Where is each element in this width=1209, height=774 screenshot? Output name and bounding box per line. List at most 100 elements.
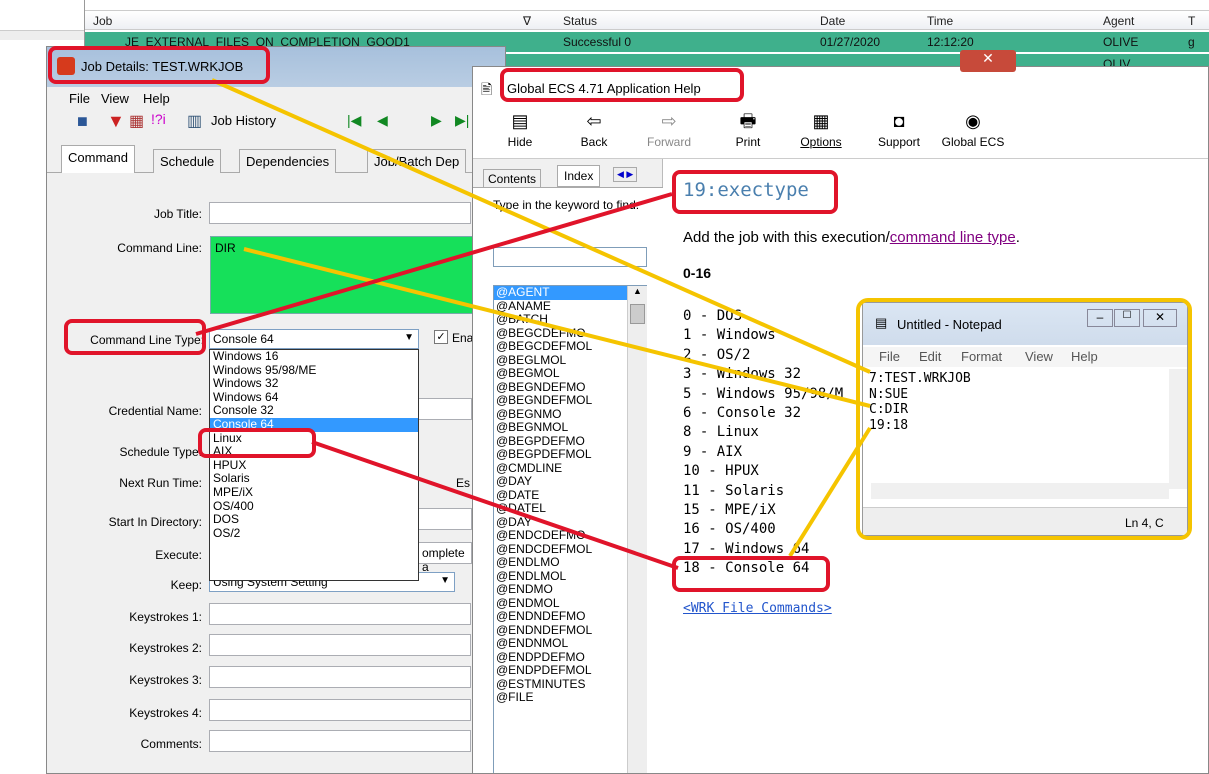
last-icon[interactable]: ▶| [455, 112, 469, 129]
keystrokes4-input[interactable] [209, 699, 471, 721]
keyword-item[interactable]: @ENDPDEFMOL [494, 663, 646, 678]
keyword-item[interactable]: @BEGMOL [494, 366, 646, 381]
tab-dependencies[interactable]: Dependencies [239, 149, 337, 173]
col-date[interactable]: Date [820, 14, 845, 28]
np-menu-edit[interactable]: Edit [919, 349, 941, 364]
keyword-item[interactable]: @BEGNMO [494, 407, 646, 422]
chevron-down-icon[interactable]: ▼ [404, 332, 414, 343]
start-in-directory-input[interactable] [418, 508, 472, 530]
notepad-hscrollbar[interactable] [871, 483, 1169, 499]
save-icon[interactable]: ■ [77, 111, 88, 132]
history-icon[interactable]: ▥ [187, 111, 202, 131]
keyword-item[interactable]: @BEGNDEFMOL [494, 393, 646, 408]
keyword-item[interactable]: @BEGLMOL [494, 353, 646, 368]
keyword-item[interactable]: @ENDNMOL [494, 636, 646, 651]
keyword-item[interactable]: @ENDMOL [494, 596, 646, 611]
command-line-type-select[interactable]: Console 64 ▼ [209, 329, 419, 349]
keyword-item[interactable]: @BEGNDEFMO [494, 380, 646, 395]
job-title-input[interactable] [209, 202, 471, 224]
keyword-item[interactable]: @FILE [494, 690, 646, 705]
col-agent[interactable]: Agent [1103, 14, 1134, 28]
np-menu-file[interactable]: File [879, 349, 900, 364]
keyword-list[interactable]: @AGENT @ANAME @BATCH @BEGCDEFMO @BEGCDEFMOL @… [493, 285, 647, 773]
np-menu-help[interactable]: Help [1071, 349, 1098, 364]
col-t[interactable]: T [1188, 14, 1195, 28]
keyword-item[interactable]: @CMDLINE [494, 461, 646, 476]
keyword-scrollbar[interactable]: ▲ [627, 286, 647, 773]
credential-name-input[interactable] [418, 398, 472, 420]
menu-file[interactable]: File [69, 91, 90, 106]
keyword-item[interactable]: @DAY [494, 515, 646, 530]
prev-icon[interactable]: ◀ [377, 112, 388, 129]
keyword-item[interactable]: @BEGCDEFMO [494, 326, 646, 341]
dropdown-option[interactable]: Console 32 [210, 404, 418, 418]
keyword-item[interactable]: @DATE [494, 488, 646, 503]
execute-select[interactable]: omplete a [418, 542, 472, 574]
keyword-item[interactable]: @DATEL [494, 501, 646, 516]
keyword-item[interactable]: @ENDCDEFMOL [494, 542, 646, 557]
wrk-file-commands-link[interactable]: <WRK File Commands> [683, 601, 832, 616]
dropdown-option[interactable]: MPE/iX [210, 485, 418, 500]
tab-job-batch-dep[interactable]: Job/Batch Dep [367, 149, 467, 173]
options-button[interactable]: ▦ Options [793, 107, 849, 159]
chevron-down-icon[interactable]: ▼ [440, 575, 450, 586]
np-menu-format[interactable]: Format [961, 349, 1002, 364]
next-icon[interactable]: ▶ [431, 112, 442, 129]
command-line-type-link[interactable]: command line type [890, 229, 1016, 246]
keystrokes3-input[interactable] [209, 666, 471, 688]
keyword-item[interactable]: @ENDMO [494, 582, 646, 597]
col-status[interactable]: Status [563, 14, 597, 28]
print-button[interactable]: 🖶 Print [723, 107, 773, 159]
close-button[interactable]: ✕ [960, 50, 1016, 72]
keyword-item[interactable]: @ENDLMOL [494, 569, 646, 584]
keystrokes1-input[interactable] [209, 603, 471, 625]
tab-command[interactable]: Command [61, 145, 135, 173]
minimize-button[interactable]: – [1087, 309, 1113, 327]
keyword-item[interactable]: @ENDNDEFMO [494, 609, 646, 624]
dropdown-option[interactable]: OS/400 [210, 499, 418, 514]
support-button[interactable]: ◘ Support [871, 107, 927, 159]
keyword-item[interactable]: @BEGCDEFMOL [494, 339, 646, 354]
job-history-button[interactable]: Job History [211, 113, 276, 128]
dropdown-option[interactable]: OS/2 [210, 526, 418, 541]
back-button[interactable]: ⇦ Back [569, 107, 619, 159]
filter-icon[interactable]: ▼ [107, 111, 125, 132]
keyword-item[interactable]: @BATCH [494, 312, 646, 327]
col-job[interactable]: Job [93, 14, 112, 28]
hide-button[interactable]: ▤ Hide [495, 107, 545, 159]
first-icon[interactable]: |◀ [347, 112, 361, 129]
keyword-item[interactable]: @ENDCDEFMO [494, 528, 646, 543]
notepad-text[interactable]: 7:TEST.WRKJOB N:SUE C:DIR 19:18 [869, 371, 971, 433]
keyword-item[interactable]: @AGENT [494, 286, 646, 300]
global-ecs-button[interactable]: ◉ Global ECS [933, 107, 1013, 159]
dropdown-option[interactable]: Windows 16 [210, 349, 418, 364]
keyword-item[interactable]: @ESTMINUTES [494, 677, 646, 692]
comments-input[interactable] [209, 730, 471, 752]
dropdown-option[interactable]: Windows 95/98/ME [210, 363, 418, 378]
notepad-titlebar[interactable]: ▤ Untitled - Notepad – ☐ ✕ [863, 303, 1187, 345]
keyword-item[interactable]: @DAY [494, 474, 646, 489]
keyword-item[interactable]: @ENDNDEFMOL [494, 623, 646, 638]
command-line-type-dropdown[interactable]: Windows 16 Windows 95/98/ME Windows 32 W… [209, 349, 419, 581]
notepad-close-button[interactable]: ✕ [1143, 309, 1177, 327]
command-line-input[interactable]: DIR [210, 236, 476, 314]
scroll-up-icon[interactable]: ▲ [628, 286, 647, 302]
dropdown-option[interactable]: Windows 64 [210, 390, 418, 405]
menu-view[interactable]: View [101, 91, 129, 106]
scroll-thumb[interactable] [630, 304, 645, 324]
tab-index[interactable]: Index [557, 165, 601, 187]
calendar-icon[interactable]: ▦ [129, 111, 144, 131]
keyword-item[interactable]: @BEGNMOL [494, 420, 646, 435]
menu-help[interactable]: Help [143, 91, 170, 106]
dropdown-option[interactable]: DOS [210, 513, 418, 527]
maximize-button[interactable]: ☐ [1114, 309, 1140, 327]
keyword-item[interactable]: @ENDPDEFMO [494, 650, 646, 665]
col-job-filter-icon[interactable]: ∇ [523, 14, 531, 28]
dropdown-option[interactable]: Windows 32 [210, 377, 418, 391]
keyword-item[interactable]: @ANAME [494, 299, 646, 314]
keystrokes2-input[interactable] [209, 634, 471, 656]
tab-scroll-arrows[interactable]: ◀ ▶ [613, 167, 638, 182]
forward-button[interactable]: ⇨ Forward [641, 107, 697, 159]
dropdown-option[interactable]: Solaris [210, 472, 418, 486]
keyword-item[interactable]: @BEGPDEFMOL [494, 447, 646, 462]
